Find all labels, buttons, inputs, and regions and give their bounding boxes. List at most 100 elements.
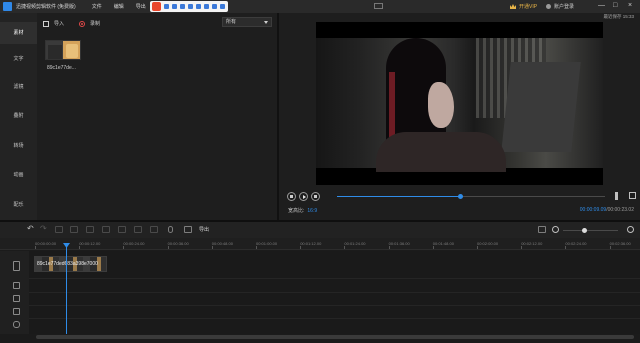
ruler-tick-mark (300, 246, 302, 249)
ime-grid-icon[interactable] (212, 4, 217, 9)
ruler-tick-label: 00:01:24.00 (344, 241, 366, 246)
ruler-tick-label: 00:02:36.00 (609, 241, 631, 246)
media-thumbnail[interactable] (45, 40, 81, 60)
redo-icon[interactable]: ↷ (40, 224, 47, 233)
media-panel: 导入 录制 所有 89c1e77de... (37, 13, 277, 220)
ruler-tick-label: 00:01:00.00 (256, 241, 278, 246)
ruler-tick-mark (344, 246, 346, 249)
delete-icon[interactable] (70, 226, 78, 233)
previous-frame-button[interactable] (287, 192, 296, 201)
playback-progress-bar[interactable] (337, 194, 605, 199)
maximize-button[interactable]: □ (613, 2, 617, 10)
playhead[interactable] (66, 245, 67, 334)
thumbnail-frame-right (66, 44, 78, 58)
nav-item-animation[interactable]: 动画 (0, 171, 37, 178)
ruler-tick-label: 00:01:12.00 (300, 241, 322, 246)
ruler-tick-mark (388, 246, 390, 249)
ruler-tick-label: 00:01:48.00 (432, 241, 454, 246)
chevron-down-icon (264, 21, 268, 24)
media-filter-select[interactable]: 所有 (222, 17, 272, 27)
edit-icon[interactable] (55, 226, 63, 233)
undo-icon[interactable]: ↶ (27, 224, 34, 233)
freeze-icon[interactable] (134, 226, 142, 233)
play-button[interactable] (299, 192, 308, 201)
timeline-horizontal-scrollbar[interactable] (36, 335, 634, 339)
nav-item-music[interactable]: 配乐 (0, 201, 37, 208)
fit-timeline-icon[interactable] (538, 226, 546, 233)
aspect-ratio-value: 16:9 (307, 208, 318, 214)
ruler-tick-label: 00:00:00.00 (35, 241, 57, 246)
nav-item-media[interactable]: 素材 (0, 29, 37, 36)
ime-skin-icon[interactable] (196, 4, 201, 9)
ruler-tick-mark (35, 246, 36, 249)
thumbnail-frame-left (48, 45, 62, 59)
mosaic-icon[interactable] (150, 226, 158, 233)
video-preview[interactable] (316, 22, 603, 185)
ruler-tick-label: 00:00:24.00 (123, 241, 145, 246)
zoom-out-icon[interactable] (552, 226, 559, 233)
menu-item-export[interactable]: 导出 (136, 3, 146, 10)
track-separator (29, 318, 640, 319)
nav-item-overlay[interactable]: 叠附 (0, 112, 37, 119)
user-icon (546, 4, 551, 9)
aspect-ratio-label: 宽高比: (288, 208, 305, 214)
menu-item-edit[interactable]: 编辑 (114, 3, 124, 10)
track-headers (0, 251, 29, 334)
minimize-button[interactable]: — (598, 2, 605, 10)
track-separator (29, 305, 640, 306)
ime-lang-icon[interactable] (164, 4, 169, 9)
nav-item-text[interactable]: 文字 (0, 55, 37, 62)
ruler-tick-label: 00:01:36.00 (388, 241, 410, 246)
ime-more-icon[interactable] (220, 4, 225, 9)
ime-keyboard-icon[interactable] (188, 4, 193, 9)
nav-item-filter[interactable]: 滤镜 (0, 83, 37, 90)
aspect-ratio[interactable]: 宽高比: 16:9 (288, 207, 317, 214)
menu-item-file[interactable]: 文件 (92, 3, 102, 10)
input-method-toolbar[interactable] (150, 1, 228, 12)
video-frame-body (376, 132, 506, 172)
microphone-icon[interactable] (168, 226, 173, 233)
stop-button[interactable] (311, 192, 320, 201)
record-label: 录制 (90, 21, 101, 27)
ime-punct-icon[interactable] (172, 4, 177, 9)
video-track-icon (13, 261, 20, 271)
timeline-ruler[interactable]: 00:00:00.00 00:00:12.00 00:00:24.00 00:00:3… (0, 238, 640, 250)
timeline-video-clip[interactable]: 89c1e77ded683a398e7000 (34, 256, 107, 272)
export-icon[interactable] (184, 226, 192, 233)
import-icon (43, 20, 49, 27)
sogou-ime-icon[interactable] (152, 2, 161, 11)
app-logo-icon (3, 2, 12, 11)
media-item-label: 89c1e77de... (47, 65, 76, 71)
autosave-status: 最近保存 15:33 (603, 14, 634, 19)
split-icon[interactable] (86, 226, 94, 233)
crop-icon[interactable] (102, 226, 110, 233)
record-icon (79, 20, 85, 27)
timecode: 00:00:09.09/00:00:23.02 (580, 207, 634, 213)
speed-icon[interactable] (118, 226, 126, 233)
nav-item-transition[interactable]: 转场 (0, 142, 37, 149)
timeline-zoom-slider[interactable] (563, 230, 618, 231)
fullscreen-icon[interactable] (629, 192, 636, 199)
music-track-icon (13, 308, 20, 315)
ime-tools-icon[interactable] (204, 4, 209, 9)
ime-voice-icon[interactable] (180, 4, 185, 9)
close-button[interactable]: × (628, 2, 632, 10)
ruler-tick-mark (432, 246, 434, 249)
ruler-tick-label: 00:00:12.00 (79, 241, 101, 246)
volume-icon[interactable] (615, 192, 622, 200)
ruler-tick-label: 00:02:00.00 (477, 241, 499, 246)
zoom-slider-handle[interactable] (581, 228, 587, 233)
import-button[interactable]: 导入 (43, 20, 64, 27)
app-title: 迅捷视频剪辑软件 (免费版) (16, 4, 76, 10)
export-button[interactable]: 导出 (199, 226, 209, 233)
account-login-button[interactable]: 账户登录 (546, 3, 574, 10)
zoom-in-icon[interactable] (627, 226, 634, 233)
vip-button[interactable]: 开通VIP (510, 3, 537, 10)
mini-window-icon[interactable] (374, 3, 383, 9)
ruler-tick-mark (609, 246, 611, 249)
playback-controls (287, 192, 323, 201)
progress-handle[interactable] (458, 194, 464, 199)
record-button[interactable]: 录制 (79, 20, 100, 27)
progress-fill (337, 196, 461, 197)
overlay-track-icon (13, 282, 20, 289)
